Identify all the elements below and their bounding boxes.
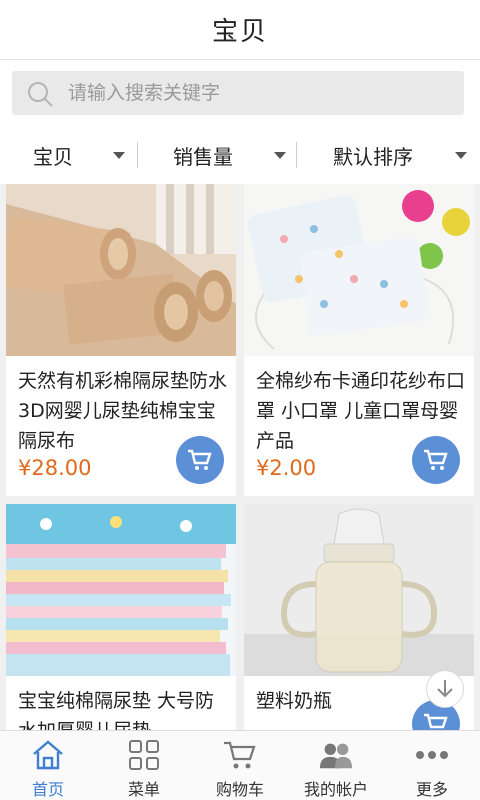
search-box[interactable] bbox=[12, 71, 464, 115]
cart-icon bbox=[424, 449, 448, 470]
product-name[interactable]: 宝宝纯棉隔尿垫 大号防水加厚婴儿尿垫 bbox=[18, 686, 230, 730]
product-price: ¥28.00 bbox=[18, 456, 92, 480]
cart-icon bbox=[424, 713, 448, 729]
tab-cart[interactable]: 购物车 bbox=[192, 731, 288, 800]
add-to-cart-button[interactable] bbox=[176, 436, 224, 484]
chevron-down-icon bbox=[113, 152, 125, 159]
scroll-down-button[interactable] bbox=[426, 670, 464, 708]
tab-more[interactable]: 更多 bbox=[384, 731, 480, 800]
search-icon bbox=[28, 82, 53, 107]
more-icon bbox=[414, 737, 450, 772]
tab-more-label: 更多 bbox=[415, 780, 448, 799]
filter-category-label: 宝贝 bbox=[33, 144, 73, 169]
product-grid: 天然有机彩棉隔尿垫防水3D网婴儿尿垫纯棉宝宝隔尿布 ¥28.00 全棉纱布卡通印… bbox=[0, 184, 480, 730]
product-image-baby-bottle[interactable] bbox=[244, 504, 474, 676]
tab-cart-label: 购物车 bbox=[215, 780, 264, 799]
bottom-tab-bar: 首页 菜单 购物车 我的帐户 更多 bbox=[0, 730, 480, 800]
page-title: 宝贝 bbox=[211, 17, 268, 47]
product-image-rolled-pads[interactable] bbox=[6, 184, 236, 356]
product-card[interactable]: 天然有机彩棉隔尿垫防水3D网婴儿尿垫纯棉宝宝隔尿布 ¥28.00 bbox=[6, 184, 236, 496]
tab-account[interactable]: 我的帐户 bbox=[288, 731, 384, 800]
filter-category[interactable]: 宝贝 bbox=[0, 126, 160, 184]
app-header: 宝贝 bbox=[0, 0, 480, 60]
tab-home-label: 首页 bbox=[31, 780, 64, 799]
divider bbox=[137, 142, 138, 168]
users-icon bbox=[318, 737, 354, 772]
product-card[interactable]: 宝宝纯棉隔尿垫 大号防水加厚婴儿尿垫 bbox=[6, 504, 236, 730]
tab-account-label: 我的帐户 bbox=[303, 780, 368, 799]
product-image-gauze-masks[interactable] bbox=[244, 184, 474, 356]
filter-bar: 宝贝 销售量 默认排序 bbox=[0, 126, 480, 184]
add-to-cart-button[interactable] bbox=[412, 436, 460, 484]
tab-home[interactable]: 首页 bbox=[0, 731, 96, 800]
tab-menu[interactable]: 菜单 bbox=[96, 731, 192, 800]
filter-sort[interactable]: 默认排序 bbox=[320, 126, 480, 184]
search-bar bbox=[0, 60, 480, 126]
search-input[interactable] bbox=[68, 71, 448, 115]
arrow-down-icon bbox=[437, 680, 453, 698]
grid-icon bbox=[126, 737, 162, 772]
filter-sales-label: 销售量 bbox=[173, 144, 233, 169]
product-card[interactable]: 全棉纱布卡通印花纱布口罩 小口罩 儿童口罩母婴产品 ¥2.00 bbox=[244, 184, 474, 496]
cart-icon bbox=[222, 737, 258, 772]
product-price: ¥2.00 bbox=[256, 456, 317, 480]
divider bbox=[296, 142, 297, 168]
chevron-down-icon bbox=[274, 152, 286, 159]
product-image-stacked-pads[interactable] bbox=[6, 504, 236, 676]
tab-menu-label: 菜单 bbox=[127, 780, 160, 799]
chevron-down-icon bbox=[455, 152, 467, 159]
filter-sort-label: 默认排序 bbox=[333, 144, 413, 169]
cart-icon bbox=[188, 449, 212, 470]
home-icon bbox=[30, 737, 66, 772]
